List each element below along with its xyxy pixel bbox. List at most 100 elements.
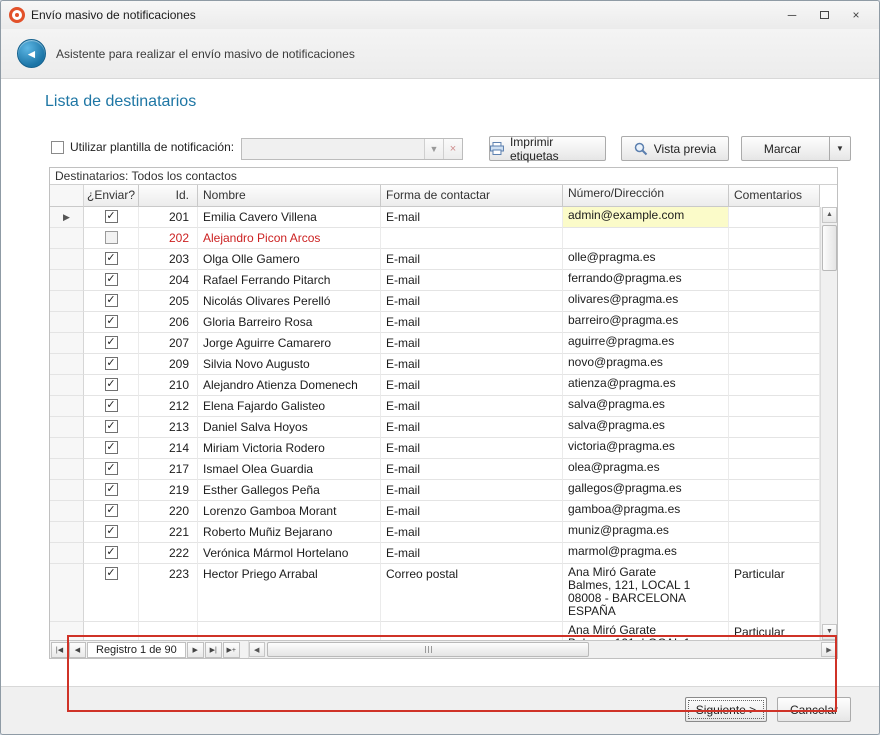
send-checkbox[interactable] — [105, 231, 118, 244]
column-header--enviar-[interactable]: ¿Enviar? — [84, 185, 139, 207]
cancel-button[interactable]: Cancelar — [777, 697, 851, 722]
table-row[interactable]: 202 Alejandro Picon Arcos — [50, 228, 820, 249]
address-cell: salva@pragma.es — [563, 396, 729, 417]
table-row[interactable]: ✓ 210 Alejandro Atienza Domenech E-mail … — [50, 375, 820, 396]
scroll-right-icon[interactable]: ▶ — [821, 642, 837, 657]
send-checkbox[interactable]: ✓ — [105, 483, 118, 496]
next-record-button[interactable]: ▶ — [187, 642, 204, 658]
send-cell[interactable]: ✓ — [84, 207, 139, 228]
new-record-button[interactable]: ▶+ — [223, 642, 240, 658]
table-row[interactable]: ✓ 203 Olga Olle Gamero E-mail olle@pragm… — [50, 249, 820, 270]
send-checkbox[interactable]: ✓ — [105, 273, 118, 286]
send-checkbox[interactable]: ✓ — [105, 420, 118, 433]
close-button[interactable]: × — [847, 7, 865, 23]
send-checkbox[interactable]: ✓ — [105, 378, 118, 391]
send-cell[interactable]: ✓ — [84, 312, 139, 333]
vertical-scroll-thumb[interactable] — [822, 225, 837, 271]
column-header-id-[interactable]: Id. — [139, 185, 198, 207]
send-cell[interactable]: ✓ — [84, 522, 139, 543]
id-cell: 210 — [139, 375, 198, 396]
scroll-left-icon[interactable]: ◀ — [249, 642, 265, 657]
send-cell[interactable]: ✓ — [84, 396, 139, 417]
table-row[interactable]: ✓ 212 Elena Fajardo Galisteo E-mail salv… — [50, 396, 820, 417]
column-header-n-mero-direcci-n[interactable]: Número/Dirección — [563, 185, 729, 207]
send-checkbox[interactable]: ✓ — [105, 525, 118, 538]
table-row[interactable]: ✓ 223 Hector Priego Arrabal Correo posta… — [50, 564, 820, 622]
mark-label[interactable]: Marcar — [742, 142, 823, 156]
send-cell[interactable] — [84, 228, 139, 249]
send-checkbox[interactable]: ✓ — [105, 546, 118, 559]
column-header-nombre[interactable]: Nombre — [198, 185, 381, 207]
table-row[interactable]: Ana Miró Garate Balmes, 121, LOCAL 1 Par… — [50, 622, 820, 640]
previous-record-button[interactable]: ◀ — [69, 642, 86, 658]
use-template-option[interactable]: Utilizar plantilla de notificación: — [51, 140, 234, 154]
send-cell[interactable]: ✓ — [84, 480, 139, 501]
send-cell[interactable]: ✓ — [84, 459, 139, 480]
send-checkbox[interactable]: ✓ — [105, 567, 118, 580]
title-bar[interactable]: Envío masivo de notificaciones ─ × — [1, 1, 879, 29]
send-cell[interactable]: ✓ — [84, 291, 139, 312]
send-cell[interactable]: ✓ — [84, 501, 139, 522]
table-row[interactable]: ✓ 219 Esther Gallegos Peña E-mail galleg… — [50, 480, 820, 501]
combobox-clear-icon[interactable]: × — [443, 139, 462, 159]
send-cell[interactable]: ✓ — [84, 417, 139, 438]
send-checkbox[interactable]: ✓ — [105, 504, 118, 517]
minimize-button[interactable]: ─ — [783, 7, 801, 23]
scroll-down-icon[interactable]: ▼ — [822, 624, 837, 640]
last-record-button[interactable]: ▶| — [205, 642, 222, 658]
send-cell[interactable]: ✓ — [84, 375, 139, 396]
indicator-column-header — [50, 185, 84, 207]
send-cell[interactable] — [84, 622, 139, 640]
table-row[interactable]: ✓ 213 Daniel Salva Hoyos E-mail salva@pr… — [50, 417, 820, 438]
print-labels-button[interactable]: Imprimir etiquetas — [489, 136, 606, 161]
scroll-up-icon[interactable]: ▲ — [822, 207, 837, 223]
send-cell[interactable]: ✓ — [84, 270, 139, 291]
mark-dropdown-icon[interactable]: ▼ — [829, 137, 850, 160]
use-template-checkbox[interactable] — [51, 141, 64, 154]
table-row[interactable]: ✓ 205 Nicolás Olivares Perelló E-mail ol… — [50, 291, 820, 312]
send-checkbox[interactable]: ✓ — [105, 210, 118, 223]
combobox-dropdown-icon[interactable]: ▼ — [424, 139, 443, 159]
horizontal-scrollbar[interactable]: ◀ ▶ — [248, 641, 837, 658]
table-row[interactable]: ✓ 214 Miriam Victoria Rodero E-mail vict… — [50, 438, 820, 459]
send-cell[interactable]: ✓ — [84, 564, 139, 622]
column-header-forma-de-contactar[interactable]: Forma de contactar — [381, 185, 563, 207]
table-row[interactable]: ✓ 207 Jorge Aguirre Camarero E-mail agui… — [50, 333, 820, 354]
vertical-scrollbar[interactable]: ▲ ▼ — [820, 207, 837, 640]
send-checkbox[interactable]: ✓ — [105, 252, 118, 265]
table-row[interactable]: ✓ 222 Verónica Mármol Hortelano E-mail m… — [50, 543, 820, 564]
send-checkbox[interactable]: ✓ — [105, 357, 118, 370]
table-row[interactable]: ✓ 206 Gloria Barreiro Rosa E-mail barrei… — [50, 312, 820, 333]
comments-cell — [729, 207, 820, 228]
send-checkbox[interactable]: ✓ — [105, 315, 118, 328]
send-cell[interactable]: ✓ — [84, 438, 139, 459]
send-cell[interactable]: ✓ — [84, 333, 139, 354]
send-checkbox[interactable]: ✓ — [105, 294, 118, 307]
table-row[interactable]: ✓ 220 Lorenzo Gamboa Morant E-mail gambo… — [50, 501, 820, 522]
send-cell[interactable]: ✓ — [84, 249, 139, 270]
send-checkbox[interactable]: ✓ — [105, 399, 118, 412]
send-cell[interactable]: ✓ — [84, 543, 139, 564]
table-row[interactable]: ✓ 204 Rafael Ferrando Pitarch E-mail fer… — [50, 270, 820, 291]
restore-button[interactable] — [815, 7, 833, 23]
id-cell: 221 — [139, 522, 198, 543]
next-button[interactable]: Siguiente > — [685, 697, 767, 722]
table-row[interactable]: ✓ 209 Silvia Novo Augusto E-mail novo@pr… — [50, 354, 820, 375]
send-checkbox[interactable]: ✓ — [105, 462, 118, 475]
back-button[interactable]: ◄ — [17, 39, 46, 68]
horizontal-scroll-track[interactable] — [265, 642, 821, 657]
column-header-comentarios[interactable]: Comentarios — [729, 185, 820, 207]
horizontal-scroll-thumb[interactable] — [267, 642, 590, 657]
toolbar: Utilizar plantilla de notificación: ▼ × … — [1, 136, 879, 162]
mark-split-button[interactable]: Marcar ▼ — [741, 136, 851, 161]
send-checkbox[interactable]: ✓ — [105, 441, 118, 454]
send-checkbox[interactable]: ✓ — [105, 336, 118, 349]
address-cell: atienza@pragma.es — [563, 375, 729, 396]
template-combobox[interactable]: ▼ × — [241, 138, 463, 160]
preview-button[interactable]: Vista previa — [621, 136, 729, 161]
send-cell[interactable]: ✓ — [84, 354, 139, 375]
first-record-button[interactable]: |◀ — [51, 642, 68, 658]
table-row[interactable]: ✓ 217 Ismael Olea Guardia E-mail olea@pr… — [50, 459, 820, 480]
table-row[interactable]: ✓ 221 Roberto Muñiz Bejarano E-mail muni… — [50, 522, 820, 543]
table-row[interactable]: ▶ ✓ 201 Emilia Cavero Villena E-mail adm… — [50, 207, 820, 228]
